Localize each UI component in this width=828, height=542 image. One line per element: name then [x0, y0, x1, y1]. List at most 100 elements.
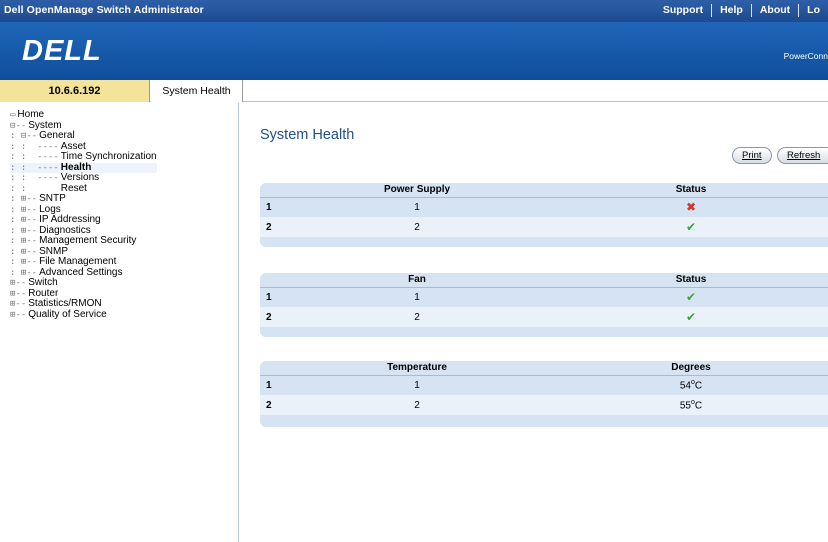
- tree-label: Management Security: [39, 235, 137, 246]
- ok-check-icon: ✔: [685, 290, 697, 305]
- col-index: [260, 273, 282, 288]
- unit-id: 1: [282, 375, 552, 395]
- degrees-value: 55: [679, 400, 691, 412]
- table-row: 1 1 ✖: [260, 197, 828, 217]
- refresh-button[interactable]: Refresh: [777, 147, 828, 164]
- status-cell: ✔: [552, 217, 828, 237]
- table-row: 1 1 ✔: [260, 287, 828, 307]
- divider: [798, 4, 800, 17]
- tree-label: Home: [17, 109, 45, 120]
- unit-id: 2: [282, 307, 552, 327]
- fan-table: Fan Status 1 1 ✔ 2 2 ✔: [260, 273, 828, 327]
- tree-label: IP Addressing: [39, 214, 101, 225]
- unit-id: 1: [282, 197, 552, 217]
- expand-icon[interactable]: ⊞--: [10, 299, 26, 310]
- sidebar-tree: ▭ Home ⊟-- System : ⊟-- General : : ---- Ass…: [0, 103, 239, 542]
- about-link[interactable]: About: [752, 4, 798, 17]
- expand-icon[interactable]: : ⊞--: [10, 194, 37, 205]
- row-index: 2: [260, 395, 282, 415]
- expand-icon[interactable]: : ⊞--: [10, 205, 37, 216]
- fan-panel: Fan Status 1 1 ✔ 2 2 ✔: [260, 273, 828, 337]
- product-name: PowerConn: [783, 51, 828, 61]
- tree-guide: : : ----: [10, 162, 59, 173]
- temperature-panel: Temperature Degrees 1 1 54oC 2 2 55oC: [260, 361, 828, 427]
- col-degrees: Degrees: [552, 361, 828, 376]
- status-cell: ✔: [552, 287, 828, 307]
- top-bar: Dell OpenManage Switch Administrator Sup…: [0, 0, 828, 22]
- table-row: 1 1 54oC: [260, 375, 828, 395]
- tree-label: Switch: [28, 277, 58, 288]
- degrees-cell: 55oC: [552, 395, 828, 415]
- tree-guide: : : ----: [10, 173, 59, 183]
- fail-x-icon: ✖: [685, 200, 697, 215]
- power-supply-panel: Power Supply Status 1 1 ✖ 2 2 ✔: [260, 183, 828, 247]
- col-temperature: Temperature: [282, 361, 552, 376]
- row-index: 2: [260, 217, 282, 237]
- collapse-icon[interactable]: : ⊟--: [10, 131, 37, 142]
- table-row: 2 2 ✔: [260, 307, 828, 327]
- expand-icon[interactable]: ⊞--: [10, 289, 26, 300]
- tree-system[interactable]: ⊟-- System: [10, 120, 157, 132]
- collapse-icon[interactable]: ⊟--: [10, 121, 26, 132]
- tree-switch[interactable]: ⊞-- Switch: [10, 277, 157, 289]
- status-cell: ✖: [552, 197, 828, 217]
- tree-reset[interactable]: : : Reset: [10, 183, 157, 195]
- navigation-tree: ▭ Home ⊟-- System : ⊟-- General : : ---- Ass…: [10, 109, 157, 321]
- ok-check-icon: ✔: [685, 310, 697, 324]
- col-status: Status: [552, 273, 828, 288]
- status-cell: ✔: [552, 307, 828, 327]
- address-strip: 10.6.6.192 System Health: [0, 80, 828, 102]
- tree-ip-addressing[interactable]: : ⊞-- IP Addressing: [10, 214, 157, 226]
- tree-statistics[interactable]: ⊞-- Statistics/RMON: [10, 298, 157, 310]
- expand-icon[interactable]: : ⊞--: [10, 257, 37, 268]
- expand-icon[interactable]: : ⊞--: [10, 247, 37, 258]
- tree-label: Versions: [60, 172, 100, 183]
- tree-sntp[interactable]: : ⊞-- SNTP: [10, 193, 157, 205]
- row-index: 1: [260, 287, 282, 307]
- current-page-tab[interactable]: System Health: [151, 80, 243, 102]
- table-row: 2 2 55oC: [260, 395, 828, 415]
- col-fan: Fan: [282, 273, 552, 288]
- logout-link[interactable]: Lo: [799, 4, 828, 17]
- degrees-unit: C: [694, 400, 703, 412]
- home-icon: ▭: [10, 110, 16, 120]
- unit-id: 2: [282, 217, 552, 237]
- row-index: 1: [260, 197, 282, 217]
- tree-label: Quality of Service: [28, 308, 107, 320]
- col-index: [260, 361, 282, 376]
- ok-check-icon: ✔: [685, 220, 697, 234]
- power-supply-table: Power Supply Status 1 1 ✖ 2 2 ✔: [260, 183, 828, 237]
- row-index: 2: [260, 307, 282, 327]
- dell-logo: DELL: [22, 35, 102, 67]
- tree-file-mgmt[interactable]: : ⊞-- File Management: [10, 256, 157, 268]
- degrees-value: 54: [679, 380, 691, 392]
- expand-icon[interactable]: ⊞--: [10, 278, 26, 289]
- tree-home[interactable]: ▭ Home: [10, 109, 157, 121]
- device-ip: 10.6.6.192: [0, 80, 150, 102]
- tree-versions[interactable]: : : ---- Versions: [10, 172, 157, 184]
- expand-icon[interactable]: : ⊞--: [10, 226, 37, 237]
- tree-label: General: [39, 130, 75, 141]
- tree-time-sync[interactable]: : : ---- Time Synchronization: [10, 151, 157, 163]
- support-link[interactable]: Support: [655, 4, 711, 17]
- tree-qos[interactable]: ⊞-- Quality of Service: [10, 308, 157, 321]
- divider: [711, 4, 713, 17]
- table-row: 2 2 ✔: [260, 217, 828, 237]
- col-index: [260, 183, 282, 198]
- page-title: System Health: [260, 127, 355, 143]
- expand-icon[interactable]: : ⊞--: [10, 236, 37, 247]
- unit-id: 2: [282, 395, 552, 415]
- tree-mgmt-security[interactable]: : ⊞-- Management Security: [10, 235, 157, 247]
- tree-guide: : : ----: [10, 141, 59, 152]
- tree-guide: : : ----: [10, 152, 59, 162]
- temperature-table: Temperature Degrees 1 1 54oC 2 2 55oC: [260, 361, 828, 415]
- print-button[interactable]: Print: [732, 147, 772, 164]
- expand-icon[interactable]: : ⊞--: [10, 215, 37, 226]
- tree-general[interactable]: : ⊟-- General: [10, 130, 157, 142]
- help-link[interactable]: Help: [712, 4, 751, 17]
- tree-label: File Management: [39, 256, 117, 267]
- top-links: Support Help About Lo: [655, 4, 828, 17]
- tree-label: SNTP: [39, 193, 66, 204]
- col-power-supply: Power Supply: [282, 183, 552, 198]
- expand-icon[interactable]: ⊞--: [10, 310, 26, 321]
